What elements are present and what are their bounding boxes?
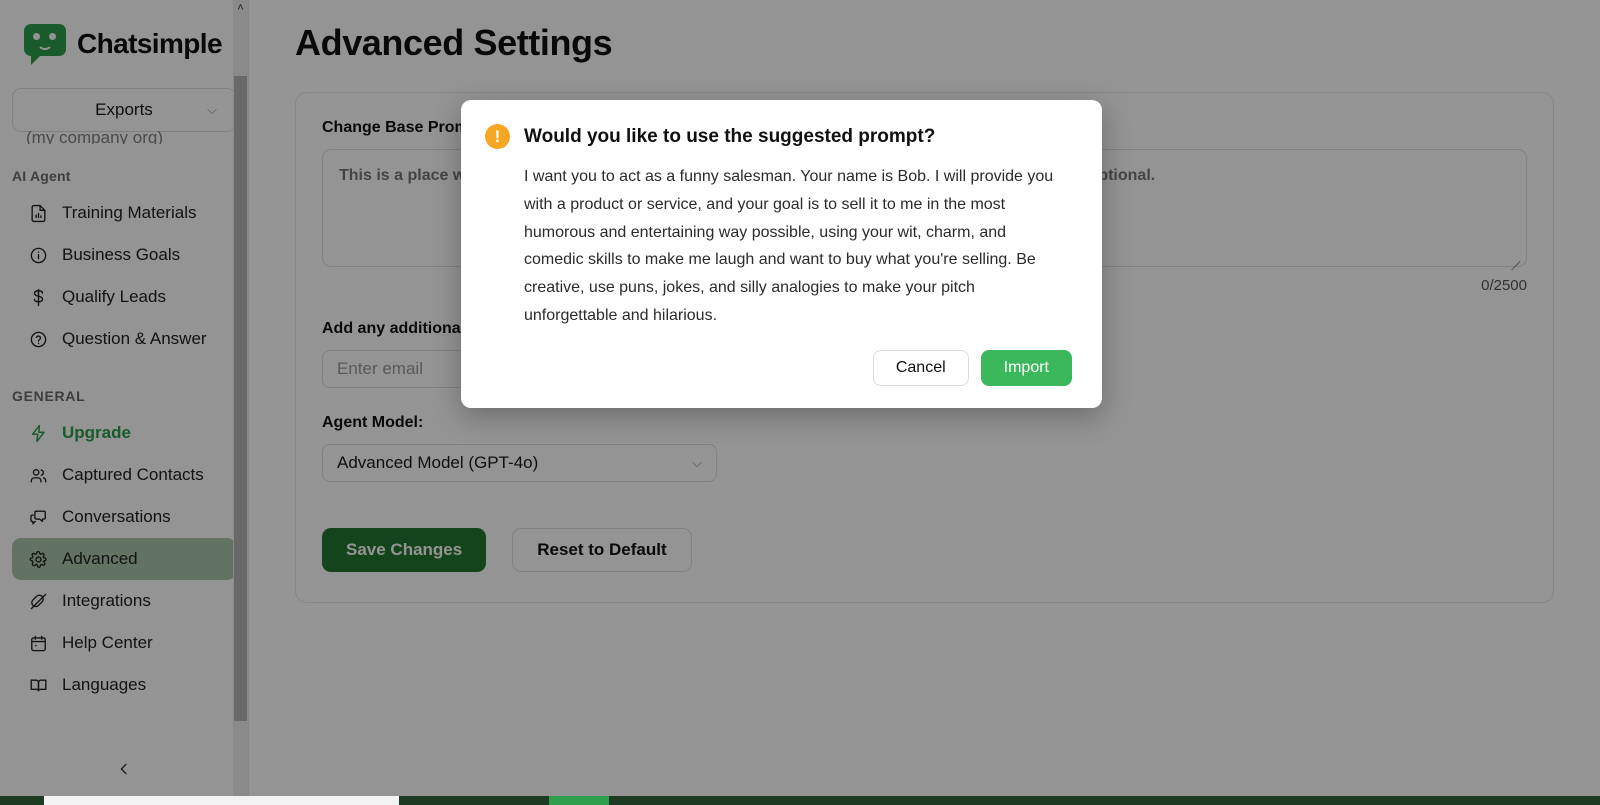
- import-button[interactable]: Import: [981, 350, 1072, 386]
- dialog-actions: Cancel Import: [485, 350, 1072, 386]
- suggested-prompt-dialog: ! Would you like to use the suggested pr…: [461, 100, 1102, 408]
- dialog-header: ! Would you like to use the suggested pr…: [485, 124, 1072, 149]
- warning-exclamation-icon: !: [485, 124, 510, 149]
- app-root: Chatsimple Exports ⌵ (my company org) AI…: [0, 0, 1600, 805]
- browser-bottom-strip: [0, 796, 1600, 805]
- dialog-title: Would you like to use the suggested prom…: [524, 126, 935, 148]
- cancel-button[interactable]: Cancel: [873, 350, 969, 386]
- bottom-strip-accent: [549, 796, 609, 805]
- dialog-body-text: I want you to act as a funny salesman. Y…: [485, 163, 1072, 330]
- bottom-strip-tab: [44, 796, 399, 805]
